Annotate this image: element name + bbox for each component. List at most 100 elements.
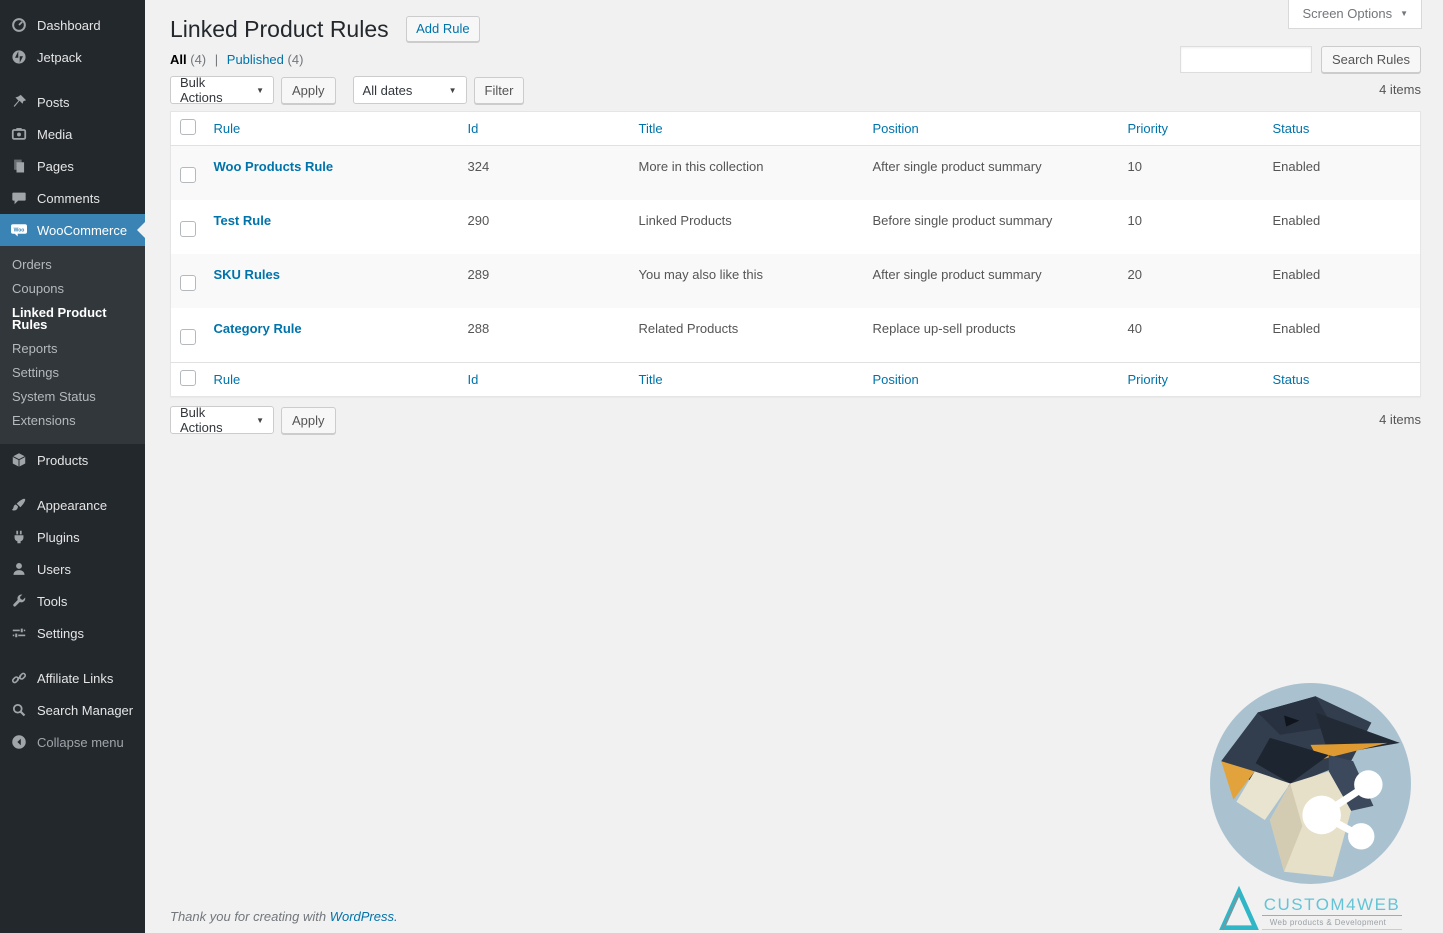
sidebar-label: Tools	[37, 593, 67, 610]
filter-published-link[interactable]: Published	[227, 52, 284, 67]
apply-button-bottom[interactable]: Apply	[281, 407, 336, 434]
submenu-item-linked-product-rules[interactable]: Linked Product Rules	[0, 301, 145, 337]
table-row: SKU Rules 289 You may also like this Aft…	[171, 254, 1421, 308]
wrench-icon	[10, 592, 28, 610]
column-footer-position[interactable]: Position	[873, 372, 919, 387]
sidebar-item-settings[interactable]: Settings	[0, 617, 145, 649]
rule-id: 290	[458, 200, 629, 254]
cube-icon	[10, 451, 28, 469]
collapse-arrow-icon	[10, 733, 28, 751]
sidebar-item-comments[interactable]: Comments	[0, 182, 145, 214]
link-icon	[10, 669, 28, 687]
column-footer-status[interactable]: Status	[1273, 372, 1310, 387]
sidebar-item-plugins[interactable]: Plugins	[0, 521, 145, 553]
date-filter-select[interactable]: All dates ▼	[353, 76, 467, 104]
screen-options-label: Screen Options	[1302, 6, 1392, 21]
rule-name-link[interactable]: SKU Rules	[214, 267, 280, 282]
column-footer-title[interactable]: Title	[639, 372, 663, 387]
sidebar-label: Search Manager	[37, 702, 133, 719]
page-title: Linked Product Rules	[170, 16, 389, 42]
submenu-item-system-status[interactable]: System Status	[0, 385, 145, 409]
table-row: Test Rule 290 Linked Products Before sin…	[171, 200, 1421, 254]
bulk-actions-select-bottom[interactable]: Bulk Actions ▼	[170, 406, 274, 434]
submenu-item-orders[interactable]: Orders	[0, 253, 145, 277]
select-all-checkbox[interactable]	[180, 119, 196, 135]
brand-tagline: Web products & Development	[1262, 916, 1403, 930]
column-footer-priority[interactable]: Priority	[1128, 372, 1168, 387]
sidebar-item-pages[interactable]: Pages	[0, 150, 145, 182]
plug-icon	[10, 528, 28, 546]
add-rule-button[interactable]: Add Rule	[406, 16, 479, 42]
rule-position: Before single product summary	[863, 200, 1118, 254]
column-header-priority[interactable]: Priority	[1128, 121, 1168, 136]
rule-id: 288	[458, 308, 629, 363]
rule-title: Related Products	[629, 308, 863, 363]
rule-priority: 10	[1118, 200, 1263, 254]
column-header-title[interactable]: Title	[639, 121, 663, 136]
rule-name-link[interactable]: Test Rule	[214, 213, 272, 228]
sidebar-item-jetpack[interactable]: Jetpack	[0, 41, 145, 73]
collapse-menu-button[interactable]: Collapse menu	[0, 726, 145, 758]
admin-sidebar: Dashboard Jetpack Posts Media Pages Comm…	[0, 0, 145, 933]
sidebar-item-dashboard[interactable]: Dashboard	[0, 9, 145, 41]
select-arrow-icon: ▼	[449, 86, 457, 95]
column-footer-id[interactable]: Id	[468, 372, 479, 387]
sidebar-label: Users	[37, 561, 71, 578]
filter-published-count: (4)	[288, 52, 304, 67]
rule-position: Replace up-sell products	[863, 308, 1118, 363]
search-rules-input[interactable]	[1180, 46, 1312, 73]
column-footer-rule[interactable]: Rule	[214, 372, 241, 387]
user-icon	[10, 560, 28, 578]
bulk-actions-select[interactable]: Bulk Actions ▼	[170, 76, 274, 104]
row-checkbox[interactable]	[180, 221, 196, 237]
row-checkbox[interactable]	[180, 275, 196, 291]
sidebar-item-products[interactable]: Products	[0, 444, 145, 476]
sidebar-label: Plugins	[37, 529, 80, 546]
rule-status: Enabled	[1263, 254, 1421, 308]
column-header-status[interactable]: Status	[1273, 121, 1310, 136]
filter-separator: |	[215, 52, 218, 67]
row-checkbox[interactable]	[180, 329, 196, 345]
sidebar-label: Collapse menu	[37, 734, 124, 751]
rule-name-link[interactable]: Category Rule	[214, 321, 302, 336]
custom4web-branding: CUSTOM4WEB Web products & Development	[1209, 682, 1412, 933]
submenu-item-extensions[interactable]: Extensions	[0, 409, 145, 433]
table-row: Category Rule 288 Related Products Repla…	[171, 308, 1421, 363]
footer-thanks-text: Thank you for creating with	[170, 909, 326, 924]
apply-button[interactable]: Apply	[281, 77, 336, 104]
woocommerce-submenu: Orders Coupons Linked Product Rules Repo…	[0, 246, 145, 444]
select-all-checkbox[interactable]	[180, 370, 196, 386]
sidebar-item-tools[interactable]: Tools	[0, 585, 145, 617]
filter-button[interactable]: Filter	[474, 77, 525, 104]
column-header-rule[interactable]: Rule	[214, 121, 241, 136]
submenu-item-reports[interactable]: Reports	[0, 337, 145, 361]
screen-options-tab[interactable]: Screen Options ▼	[1288, 0, 1422, 29]
rule-status: Enabled	[1263, 308, 1421, 363]
sidebar-item-posts[interactable]: Posts	[0, 86, 145, 118]
column-header-id[interactable]: Id	[468, 121, 479, 136]
filter-all-link[interactable]: All	[170, 52, 187, 67]
row-checkbox[interactable]	[180, 167, 196, 183]
sidebar-item-users[interactable]: Users	[0, 553, 145, 585]
rule-status: Enabled	[1263, 146, 1421, 201]
rule-name-link[interactable]: Woo Products Rule	[214, 159, 334, 174]
sidebar-label: Affiliate Links	[37, 670, 113, 687]
submenu-item-settings[interactable]: Settings	[0, 361, 145, 385]
sidebar-item-media[interactable]: Media	[0, 118, 145, 150]
main-content: Screen Options ▼ Linked Product Rules Ad…	[145, 0, 1443, 933]
sidebar-item-affiliate-links[interactable]: Affiliate Links	[0, 662, 145, 694]
wordpress-link[interactable]: WordPress.	[330, 909, 398, 924]
jetpack-icon	[10, 48, 28, 66]
sidebar-item-search-manager[interactable]: Search Manager	[0, 694, 145, 726]
submenu-item-coupons[interactable]: Coupons	[0, 277, 145, 301]
sidebar-item-appearance[interactable]: Appearance	[0, 489, 145, 521]
rule-priority: 10	[1118, 146, 1263, 201]
sidebar-item-woocommerce[interactable]: Woo WooCommerce	[0, 214, 145, 246]
pages-icon	[10, 157, 28, 175]
rule-position: After single product summary	[863, 254, 1118, 308]
sliders-icon	[10, 624, 28, 642]
column-header-position[interactable]: Position	[873, 121, 919, 136]
search-rules-button[interactable]: Search Rules	[1321, 46, 1421, 73]
sidebar-label: Comments	[37, 190, 100, 207]
triangle-logo-icon	[1219, 886, 1259, 933]
